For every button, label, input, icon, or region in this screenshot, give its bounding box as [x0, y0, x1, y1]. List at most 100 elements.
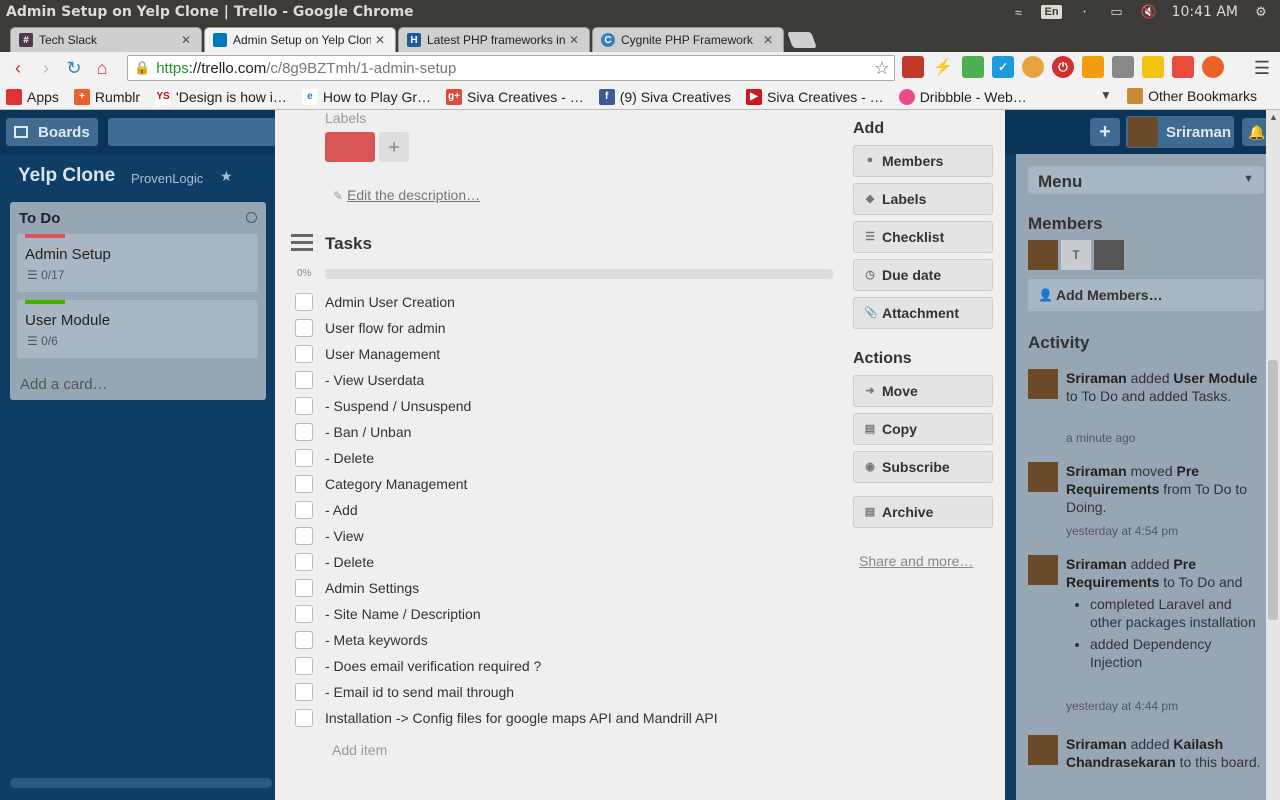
activity-time[interactable]: yesterday at 4:54 pm: [1066, 524, 1178, 538]
power-extension-icon[interactable]: ⏻: [1052, 56, 1074, 78]
checkbox[interactable]: [295, 397, 313, 415]
subscribe-button[interactable]: ◉ Subscribe: [853, 451, 993, 483]
star-icon[interactable]: ★: [220, 168, 233, 185]
avatar[interactable]: [1094, 240, 1124, 270]
list-card[interactable]: Admin Setup ☰ 0/17: [17, 234, 258, 292]
checkbox[interactable]: [295, 579, 313, 597]
glasses-extension-icon[interactable]: [1112, 56, 1134, 78]
activity-user[interactable]: Sriraman: [1066, 463, 1127, 479]
checkbox[interactable]: [295, 371, 313, 389]
archive-button[interactable]: ▤ Archive: [853, 496, 993, 528]
checkbox[interactable]: [295, 319, 313, 337]
checkbox[interactable]: [295, 449, 313, 467]
bookmark-siva-facebook[interactable]: f (9) Siva Creatives: [598, 88, 731, 105]
checklist-item-text[interactable]: User flow for admin: [325, 320, 446, 336]
activity-user[interactable]: Sriraman: [1066, 736, 1127, 752]
checklist-item-text[interactable]: - Suspend / Unsuspend: [325, 398, 471, 414]
box-extension-icon[interactable]: [1142, 56, 1164, 78]
bookmark-extension-icon[interactable]: [902, 56, 924, 78]
checklist-item-text[interactable]: - Add: [325, 502, 358, 518]
bookmark-design[interactable]: YS 'Design is how i…: [155, 88, 287, 105]
checklist-item-text[interactable]: - Delete: [325, 450, 374, 466]
checkbox[interactable]: [295, 631, 313, 649]
other-bookmarks[interactable]: Other Bookmarks: [1127, 88, 1257, 104]
avatar[interactable]: [1028, 369, 1058, 399]
reload-icon[interactable]: ↻: [60, 54, 88, 82]
boards-button[interactable]: Boards: [6, 118, 98, 146]
checklist-item[interactable]: User flow for admin: [295, 315, 835, 341]
browser-tab-tech-slack[interactable]: # Tech Slack ✕: [10, 27, 202, 52]
copy-button[interactable]: ▤ Copy: [853, 413, 993, 445]
close-icon[interactable]: ✕: [763, 33, 775, 47]
checklist-item-text[interactable]: Admin Settings: [325, 580, 419, 596]
checklist-item-text[interactable]: - View: [325, 528, 364, 544]
fire-extension-icon[interactable]: [1202, 56, 1224, 78]
rss-icon[interactable]: [1082, 56, 1104, 78]
close-icon[interactable]: ✕: [375, 33, 387, 47]
add-icon[interactable]: +: [1090, 118, 1120, 146]
checklist-item[interactable]: - View Userdata: [295, 367, 835, 393]
back-arrow-icon[interactable]: ‹: [4, 54, 32, 82]
address-bar[interactable]: 🔒 https://trello.com/c/8g9BZTmh/1-admin-…: [127, 55, 895, 81]
chrome-menu-icon[interactable]: ☰: [1254, 58, 1270, 79]
checkbox[interactable]: [295, 657, 313, 675]
checkbox[interactable]: [295, 527, 313, 545]
browser-tab-php-frameworks[interactable]: H Latest PHP frameworks in ✕: [398, 27, 590, 52]
checkbox[interactable]: [295, 605, 313, 623]
activity-object[interactable]: User Module: [1173, 370, 1257, 386]
due-date-button[interactable]: ◷ Due date: [853, 259, 993, 291]
checklist-item[interactable]: - Delete: [295, 445, 835, 471]
bookmark-star-icon[interactable]: ☆: [874, 58, 890, 79]
board-team[interactable]: ProvenLogic: [131, 171, 203, 186]
labels-button[interactable]: ◆ Labels: [853, 183, 993, 215]
checklist-item[interactable]: Category Management: [295, 471, 835, 497]
checkbox[interactable]: [295, 345, 313, 363]
checklist-item-text[interactable]: - View Userdata: [325, 372, 424, 388]
cookie-extension-icon[interactable]: [1022, 56, 1044, 78]
vertical-scrollbar[interactable]: ▲: [1266, 110, 1280, 800]
avatar[interactable]: T: [1061, 240, 1091, 270]
bookmark-how-to-play[interactable]: e How to Play Gr…: [301, 88, 431, 105]
activity-user[interactable]: Sriraman: [1066, 556, 1127, 572]
list-title[interactable]: To Do: [19, 210, 60, 227]
checklist-item[interactable]: - Add: [295, 497, 835, 523]
checkbox[interactable]: [295, 501, 313, 519]
checkbox[interactable]: [295, 423, 313, 441]
battery-icon[interactable]: ▭: [1108, 4, 1126, 19]
list-menu-icon[interactable]: [246, 212, 257, 223]
avatar[interactable]: [1028, 462, 1058, 492]
checklist-item[interactable]: - Site Name / Description: [295, 601, 835, 627]
checklist-item[interactable]: - Email id to send mail through: [295, 679, 835, 705]
checklist-title[interactable]: Tasks: [325, 234, 372, 254]
checklist-item[interactable]: Installation -> Config files for google …: [295, 705, 835, 731]
bookmark-dribbble[interactable]: Dribbble - Web…: [898, 88, 1027, 105]
bookmark-siva-gplus[interactable]: g+ Siva Creatives - …: [446, 88, 584, 105]
bookmark-apps[interactable]: Apps: [6, 88, 59, 105]
checklist-item-text[interactable]: - Does email verification required ?: [325, 658, 541, 674]
add-card-link[interactable]: Add a card…: [20, 376, 108, 393]
bookmark-siva-youtube[interactable]: ▶ Siva Creatives - …: [745, 88, 884, 105]
avatar[interactable]: [1028, 240, 1058, 270]
checklist-item-text[interactable]: - Meta keywords: [325, 632, 428, 648]
checkbox[interactable]: [295, 293, 313, 311]
attachment-button[interactable]: 📎 Attachment: [853, 297, 993, 329]
scroll-up-icon[interactable]: ▲: [1269, 112, 1278, 122]
avatar[interactable]: [1028, 735, 1058, 765]
add-item-link[interactable]: Add item: [332, 742, 387, 758]
home-icon[interactable]: ⌂: [88, 54, 116, 82]
colorzilla-extension-icon[interactable]: [962, 56, 984, 78]
checklist-item-text[interactable]: Installation -> Config files for google …: [325, 710, 718, 726]
share-and-more-link[interactable]: Share and more…: [859, 553, 973, 569]
checklist-item[interactable]: - View: [295, 523, 835, 549]
sidebar-menu[interactable]: Menu ▼: [1028, 166, 1264, 194]
browser-tab-cygnite[interactable]: C Cygnite PHP Framework ✕: [592, 27, 784, 52]
timer-extension-icon[interactable]: [1172, 56, 1194, 78]
checklist-item-text[interactable]: - Ban / Unban: [325, 424, 411, 440]
checklist-item[interactable]: Admin Settings: [295, 575, 835, 601]
activity-time[interactable]: a minute ago: [1066, 431, 1135, 445]
checklist-item[interactable]: Admin User Creation: [295, 289, 835, 315]
checklist-item-text[interactable]: User Management: [325, 346, 440, 362]
checklist-item[interactable]: - Meta keywords: [295, 627, 835, 653]
volume-muted-icon[interactable]: 🔇: [1140, 4, 1158, 19]
checklist-item-text[interactable]: - Email id to send mail through: [325, 684, 514, 700]
